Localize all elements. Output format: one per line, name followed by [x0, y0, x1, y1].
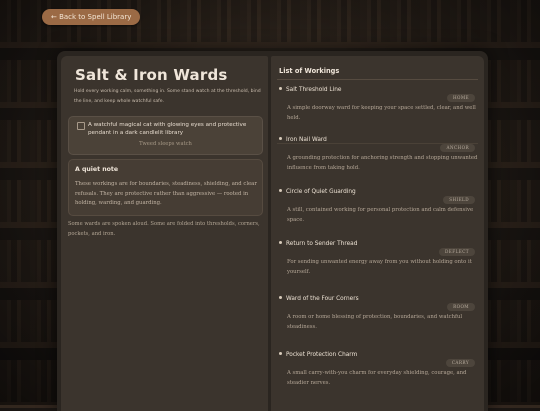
bullet-icon: [279, 352, 282, 355]
working-name: Return to Sender Thread: [286, 241, 358, 247]
working-tag: DEFLECT: [439, 248, 475, 256]
left-page: Salt & Iron Wards Hold every working cal…: [61, 56, 268, 411]
quiet-note-card: A quiet note These workings are for boun…: [68, 159, 263, 216]
bullet-icon: [279, 137, 282, 140]
image-alt-text: A watchful magical cat with glowing eyes…: [77, 121, 255, 137]
working-tag: HOME: [446, 94, 475, 102]
working-tag: CARRY: [445, 359, 475, 367]
working-name: Circle of Quiet Guarding: [286, 189, 356, 195]
note-title: A quiet note: [75, 166, 119, 173]
image-caption: Tweed sleeps watch: [139, 141, 192, 147]
working-name: Ward of the Four Corners: [286, 296, 359, 302]
right-page: List of Workings Salt Threshold Line HOM…: [271, 56, 484, 411]
broken-image-icon: [77, 122, 85, 130]
working-name: Iron Nail Ward: [286, 137, 327, 143]
working-tag: ROOM: [447, 303, 475, 311]
bullet-icon: [279, 87, 282, 90]
working-name: Pocket Protection Charm: [286, 352, 358, 358]
working-name: Salt Threshold Line: [286, 87, 342, 93]
working-description: A small carry-with-you charm for everyda…: [287, 370, 467, 386]
image-card: A watchful magical cat with glowing eyes…: [68, 116, 263, 155]
bullet-icon: [279, 189, 282, 192]
divider: [277, 79, 478, 80]
working-description: A simple doorway ward for keeping your s…: [287, 105, 476, 121]
bullet-icon: [279, 296, 282, 299]
back-to-library-button[interactable]: ← Back to Spell Library: [42, 9, 141, 25]
working-tag: SHIELD: [443, 196, 475, 204]
working-description: For sending unwanted energy away from yo…: [287, 259, 472, 275]
note-body: These workings are for boundaries, stead…: [75, 181, 257, 206]
working-tag: ANCHOR: [440, 144, 475, 152]
image-alt-label: A watchful magical cat with glowing eyes…: [88, 122, 247, 136]
working-description: A grounding protection for anchoring str…: [287, 155, 478, 171]
bullet-icon: [279, 241, 282, 244]
intro-text: Hold every working calm, something in. S…: [74, 89, 261, 104]
spell-book: Salt & Iron Wards Hold every working cal…: [57, 51, 488, 411]
list-title: List of Workings: [279, 67, 340, 75]
footer-text: Some wards are spoken aloud. Some are fo…: [68, 221, 260, 237]
working-description: A still, contained working for personal …: [287, 207, 474, 223]
working-description: A room or home blessing of protection, b…: [287, 314, 463, 330]
page-title: Salt & Iron Wards: [75, 66, 228, 84]
